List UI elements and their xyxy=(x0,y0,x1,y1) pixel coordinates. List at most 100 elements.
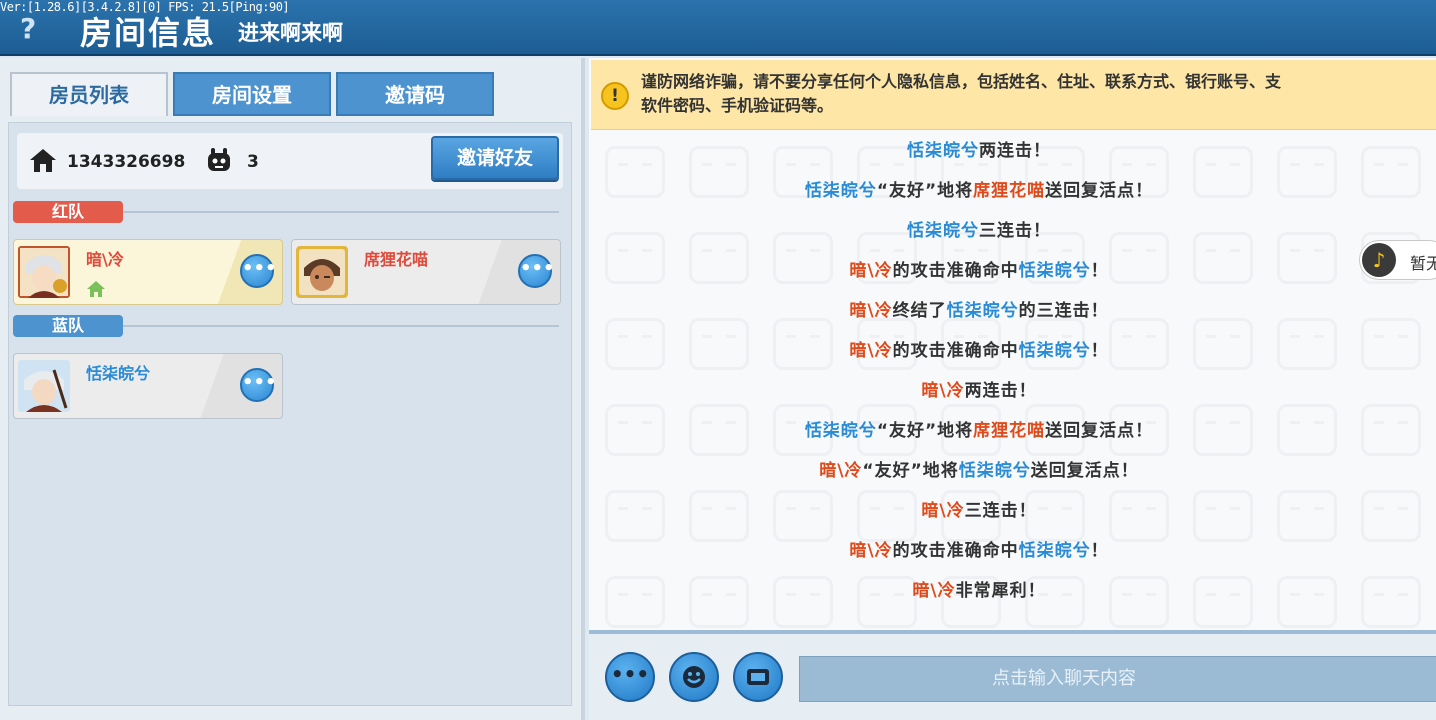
chat-player-name: 暗\冷 xyxy=(921,381,965,401)
chat-card-button[interactable] xyxy=(733,652,783,702)
room-info-panel: 房员列表 房间设置 邀请码 1343326698 3 邀请好友 红队 暗\冷 •… xyxy=(0,58,585,720)
chat-message-text: 送回复活点！ xyxy=(1045,421,1154,441)
player-more-button[interactable]: ••• xyxy=(240,254,277,288)
player-name: 席狸花喵 xyxy=(364,250,429,269)
chat-log: 恬柒皖兮两连击！ 恬柒皖兮“友好”地将席狸花喵送回复活点！ 恬柒皖兮三连击！ 暗\冷的… xyxy=(589,130,1436,630)
chat-player-name: 暗\冷 xyxy=(849,261,893,281)
chat-message-text: 两连击！ xyxy=(979,141,1051,161)
chat-player-name: 恬柒皖兮 xyxy=(1018,541,1091,561)
chat-message: 恬柒皖兮“友好”地将席狸花喵送回复活点！ xyxy=(589,176,1369,201)
tab-invite-code[interactable]: 邀请码 xyxy=(336,72,494,116)
chat-message-text: 的攻击准确命中 xyxy=(892,341,1019,361)
page-title: 房间信息 xyxy=(80,14,217,52)
chat-message: 暗\冷两连击！ xyxy=(589,376,1369,401)
chat-message-text: 送回复活点！ xyxy=(1045,181,1154,201)
chat-player-name: 恬柒皖兮 xyxy=(907,141,979,161)
header-bar: Ver:[1.28.6][3.4.2.8][0] FPS: 21.5[Ping:… xyxy=(0,0,1436,56)
room-info-bar: 1343326698 3 邀请好友 xyxy=(17,133,563,189)
room-id: 1343326698 xyxy=(67,152,186,172)
background-pattern-icon xyxy=(1361,576,1421,628)
chat-player-name: 席狸花喵 xyxy=(973,181,1046,201)
chat-message: 暗\冷“友好”地将恬柒皖兮送回复活点！ xyxy=(589,456,1369,481)
chat-message: 暗\冷终结了恬柒皖兮的三连击！ xyxy=(589,296,1369,321)
chat-message-text: 非常犀利！ xyxy=(955,581,1046,601)
team-divider xyxy=(123,325,559,327)
chat-message-text: “友好”地将 xyxy=(876,181,974,201)
chat-message-text: 三连击！ xyxy=(979,221,1051,241)
tab-room-settings[interactable]: 房间设置 xyxy=(173,72,331,116)
room-name: 进来啊来啊 xyxy=(238,21,343,45)
chat-message: 暗\冷非常犀利！ xyxy=(589,576,1369,601)
chat-message: 暗\冷的攻击准确命中恬柒皖兮！ xyxy=(589,336,1369,361)
chat-player-name: 恬柒皖兮 xyxy=(1018,261,1091,281)
chat-message: 暗\冷的攻击准确命中恬柒皖兮！ xyxy=(589,256,1369,281)
music-toggle[interactable]: ♪ 暂无 xyxy=(1359,240,1436,280)
chat-panel: ! 谨防网络诈骗，请不要分享任何个人隐私信息，包括姓名、住址、联系方式、银行账号… xyxy=(589,58,1436,720)
team-divider xyxy=(123,211,559,213)
player-more-button[interactable]: ••• xyxy=(240,368,277,402)
chat-message: 恬柒皖兮“友好”地将席狸花喵送回复活点！ xyxy=(589,416,1369,441)
tab-member-list[interactable]: 房员列表 xyxy=(10,72,168,116)
member-list-content: 1343326698 3 邀请好友 红队 暗\冷 ••• 席狸花喵 ••• 蓝队… xyxy=(8,122,572,706)
player-name: 暗\冷 xyxy=(86,250,124,269)
house-icon xyxy=(30,149,56,172)
chat-input[interactable]: 点击输入聊天内容 xyxy=(799,656,1436,702)
room-owner-icon xyxy=(87,281,105,297)
player-card[interactable]: 恬柒皖兮 ••• xyxy=(13,353,283,419)
player-card-self[interactable]: 暗\冷 ••• xyxy=(13,239,283,305)
emoji-button[interactable] xyxy=(669,652,719,702)
chat-player-name: 恬柒皖兮 xyxy=(804,421,877,441)
chat-player-name: 暗\冷 xyxy=(849,541,893,561)
chat-message-text: “友好”地将 xyxy=(862,461,959,481)
player-avatar xyxy=(18,360,70,412)
more-options-button[interactable]: ••• xyxy=(605,652,655,702)
background-pattern-icon xyxy=(1361,404,1421,456)
chat-input-bar: ••• 点击输入聊天内容 xyxy=(589,630,1436,720)
player-card[interactable]: 席狸花喵 ••• xyxy=(291,239,561,305)
invite-friend-button[interactable]: 邀请好友 xyxy=(431,136,559,180)
chat-message: 恬柒皖兮三连击！ xyxy=(589,216,1369,241)
chat-message: 暗\冷的攻击准确命中恬柒皖兮！ xyxy=(589,536,1369,561)
chat-message-text: “友好”地将 xyxy=(876,421,974,441)
chat-player-name: 暗\冷 xyxy=(921,501,965,521)
chat-message-text: 终结了 xyxy=(892,301,947,321)
chat-player-name: 席狸花喵 xyxy=(973,421,1046,441)
chat-message-text: 两连击！ xyxy=(964,381,1037,401)
chat-player-name: 恬柒皖兮 xyxy=(907,221,979,241)
chat-player-name: 恬柒皖兮 xyxy=(1018,341,1091,361)
fraud-warning-banner: ! 谨防网络诈骗，请不要分享任何个人隐私信息，包括姓名、住址、联系方式、银行账号… xyxy=(591,60,1436,130)
chat-message-text: ！ xyxy=(1090,541,1109,561)
warning-text: 谨防网络诈骗，请不要分享任何个人隐私信息，包括姓名、住址、联系方式、银行账号、支… xyxy=(641,72,1282,115)
help-icon[interactable]: ? xyxy=(20,12,36,45)
team-blue-label: 蓝队 xyxy=(13,315,123,337)
chat-player-name: 恬柒皖兮 xyxy=(804,181,877,201)
emoji-icon xyxy=(683,666,705,688)
chat-message: 暗\冷三连击！ xyxy=(589,496,1369,521)
background-pattern-icon xyxy=(1361,146,1421,198)
player-more-button[interactable]: ••• xyxy=(518,254,555,288)
chat-message-text: 的攻击准确命中 xyxy=(892,541,1019,561)
chat-message-text: 三连击！ xyxy=(964,501,1037,521)
chat-message-text: 的攻击准确命中 xyxy=(892,261,1019,281)
background-pattern-icon xyxy=(1361,318,1421,370)
player-count: 3 xyxy=(247,152,259,172)
chat-player-name: 暗\冷 xyxy=(849,301,893,321)
team-red-label: 红队 xyxy=(13,201,123,223)
chat-player-name: 暗\冷 xyxy=(819,461,863,481)
player-count-icon xyxy=(208,148,230,171)
chat-player-name: 恬柒皖兮 xyxy=(958,461,1031,481)
chat-message-text: ！ xyxy=(1090,341,1109,361)
chat-message-text: ！ xyxy=(1090,261,1109,281)
player-name: 恬柒皖兮 xyxy=(86,364,151,383)
chat-player-name: 暗\冷 xyxy=(912,581,956,601)
chat-player-name: 恬柒皖兮 xyxy=(946,301,1019,321)
card-icon xyxy=(747,669,769,685)
music-label: 暂无 xyxy=(1410,254,1436,273)
player-avatar xyxy=(296,246,348,298)
chat-message-text: 送回复活点！ xyxy=(1030,461,1139,481)
music-note-icon: ♪ xyxy=(1362,243,1396,277)
background-pattern-icon xyxy=(1361,490,1421,542)
chat-message: 恬柒皖兮两连击！ xyxy=(589,136,1369,161)
chat-message-text: 的三连击！ xyxy=(1018,301,1109,321)
warning-icon: ! xyxy=(601,82,629,110)
